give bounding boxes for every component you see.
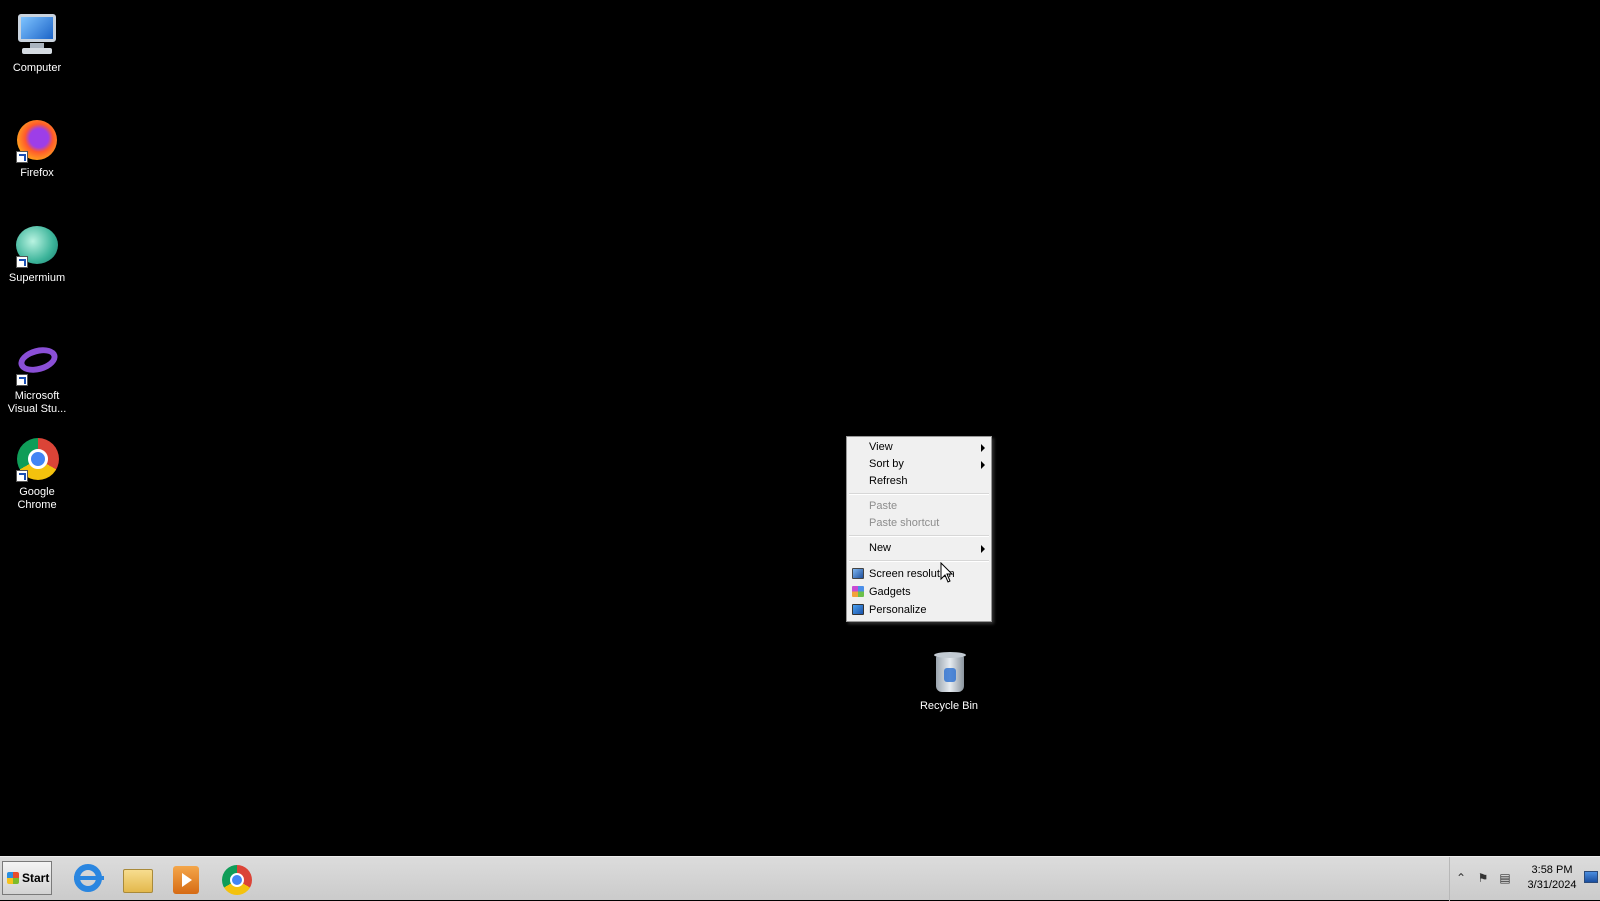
menu-item-screen-resolution[interactable]: Screen resolution [847, 565, 991, 583]
chrome-icon [222, 865, 252, 895]
screen-resolution-icon [852, 568, 864, 579]
taskbar-media-player-button[interactable] [168, 862, 202, 896]
show-hidden-icons-chevron-icon[interactable]: ⌃ [1454, 871, 1468, 885]
menu-item-label: Paste shortcut [869, 517, 940, 529]
taskbar: Start ⌃ ⚑ ▤ 3:58 PM 3/31/2024 [0, 856, 1600, 901]
menu-item-label: Paste [869, 500, 898, 512]
desktop-icon-computer[interactable]: Computer [0, 10, 74, 75]
menu-item-paste: Paste [847, 498, 991, 515]
menu-separator [849, 560, 989, 562]
desktop-icon-label: Microsoft Visual Stu... [7, 390, 67, 415]
desktop-icon-label: Computer [12, 62, 62, 74]
desktop-icon-chrome[interactable]: Google Chrome [0, 434, 74, 512]
menu-separator [849, 535, 989, 537]
menu-item-label: Sort by [869, 458, 904, 470]
menu-item-label: View [869, 441, 893, 453]
computer-icon [12, 10, 62, 60]
desktop-icon-label: Google Chrome [17, 486, 57, 511]
shortcut-arrow-icon [16, 470, 28, 482]
shortcut-arrow-icon [16, 374, 28, 386]
menu-item-new[interactable]: New [847, 540, 991, 557]
menu-item-view[interactable]: View [847, 439, 991, 456]
action-center-flag-icon[interactable]: ⚑ [1476, 871, 1490, 885]
menu-item-label: Refresh [869, 475, 908, 487]
desktop-icon-label: Supermium [8, 272, 66, 284]
clock-time: 3:58 PM [1531, 864, 1573, 876]
desktop-icon-label: Firefox [20, 167, 54, 179]
taskbar-internet-explorer-button[interactable] [70, 862, 104, 896]
menu-item-label: New [869, 542, 892, 554]
submenu-arrow-icon [981, 444, 985, 452]
show-desktop-icon[interactable] [1584, 871, 1598, 883]
clock[interactable]: 3:58 PM 3/31/2024 [1522, 863, 1582, 893]
menu-item-paste-shortcut: Paste shortcut [847, 515, 991, 532]
windows-logo-icon [7, 872, 19, 884]
menu-item-gadgets[interactable]: Gadgets [847, 583, 991, 601]
visual-studio-icon [12, 338, 62, 388]
recycle-bin-icon [924, 648, 974, 698]
desktop-context-menu: View Sort by Refresh Paste Paste shortcu… [846, 436, 992, 622]
clock-date: 3/31/2024 [1527, 879, 1577, 891]
desktop-icon-supermium[interactable]: Supermium [0, 220, 74, 285]
mouse-cursor-icon [940, 562, 954, 583]
start-label: Start [22, 871, 50, 885]
shortcut-arrow-icon [16, 151, 28, 163]
internet-explorer-icon [74, 864, 104, 892]
system-tray: ⌃ ⚑ ▤ 3:58 PM 3/31/2024 [1449, 857, 1600, 901]
desktop-icon-firefox[interactable]: Firefox [0, 115, 74, 180]
menu-item-label: Gadgets [869, 586, 911, 598]
desktop-icon-label: Recycle Bin [919, 700, 979, 712]
network-icon[interactable]: ▤ [1498, 871, 1512, 885]
menu-item-sort-by[interactable]: Sort by [847, 456, 991, 473]
shortcut-arrow-icon [16, 256, 28, 268]
menu-separator [849, 493, 989, 495]
taskbar-windows-explorer-button[interactable] [120, 862, 154, 896]
chrome-icon [12, 434, 62, 484]
submenu-arrow-icon [981, 461, 985, 469]
submenu-arrow-icon [981, 545, 985, 553]
personalize-icon [852, 604, 864, 615]
desktop[interactable]: Computer Firefox Supermium Microsoft Vis… [0, 0, 1600, 856]
gadgets-icon [852, 586, 864, 597]
desktop-icon-visual-studio[interactable]: Microsoft Visual Stu... [0, 338, 74, 416]
menu-item-label: Personalize [869, 604, 927, 616]
start-button[interactable]: Start [2, 861, 52, 895]
supermium-icon [12, 220, 62, 270]
menu-item-refresh[interactable]: Refresh [847, 473, 991, 490]
menu-item-personalize[interactable]: Personalize [847, 601, 991, 619]
taskbar-chrome-button[interactable] [219, 862, 253, 896]
media-player-icon [173, 866, 199, 894]
desktop-icon-recycle-bin[interactable]: Recycle Bin [912, 648, 986, 713]
folder-icon [123, 869, 153, 893]
firefox-icon [12, 115, 62, 165]
